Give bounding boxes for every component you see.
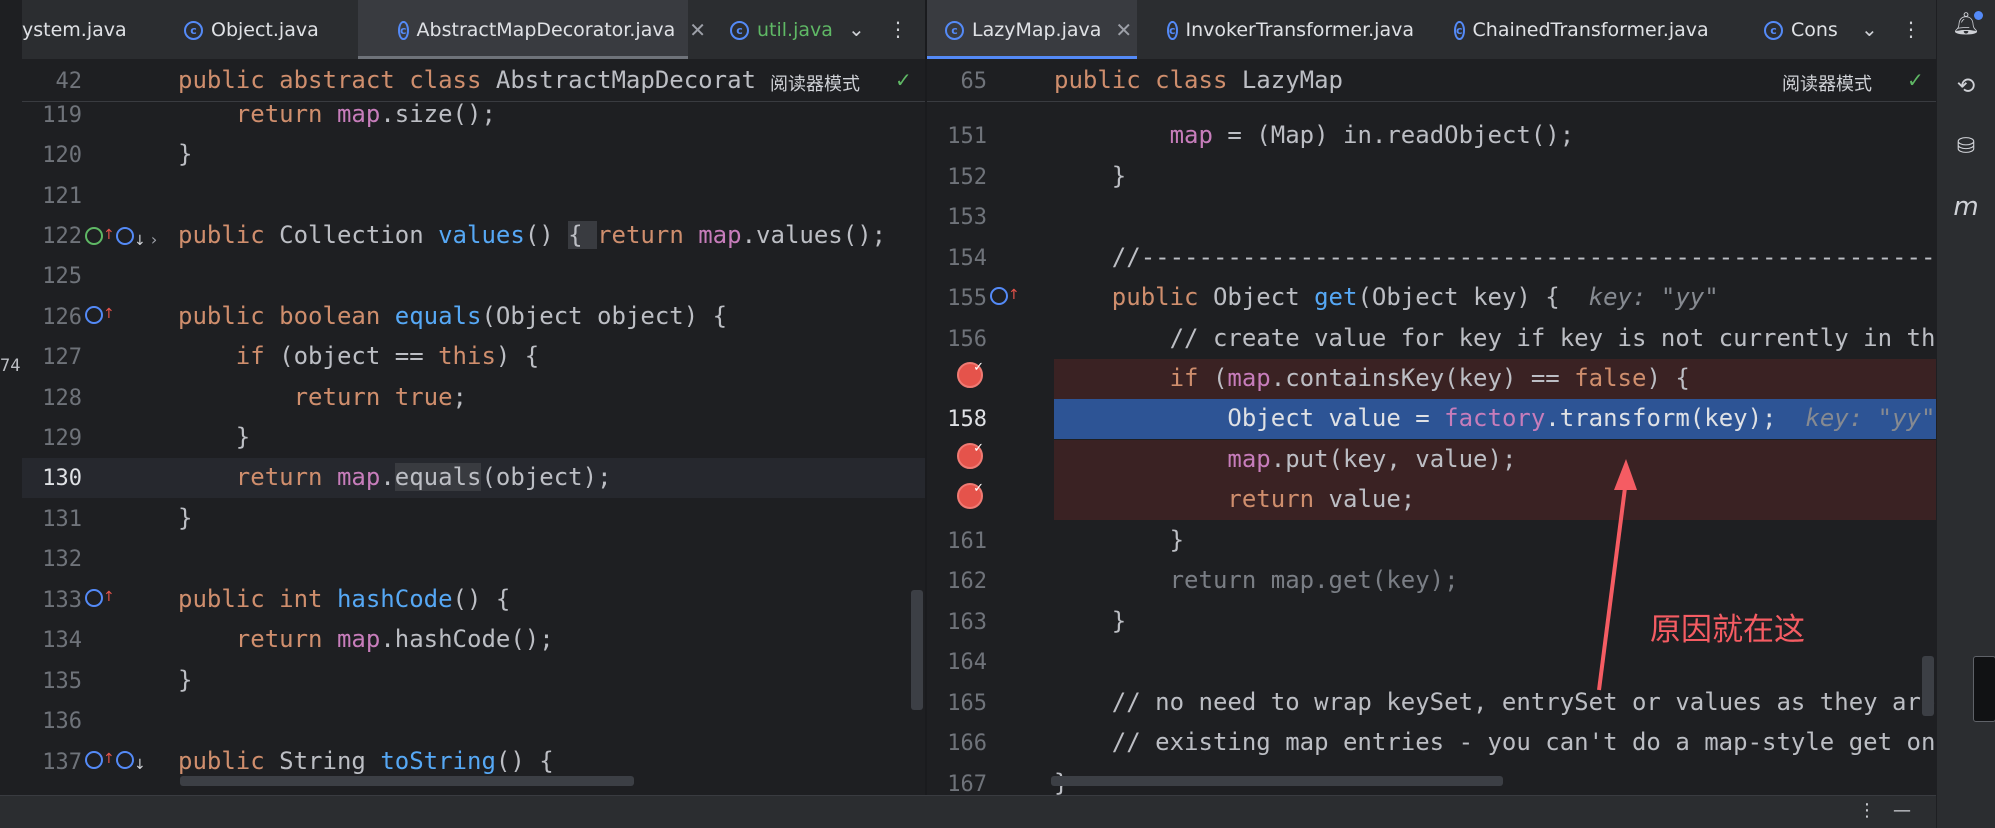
ai-assistant-icon[interactable]: ⟲ xyxy=(1951,74,1981,104)
class-icon: c xyxy=(1454,20,1465,40)
left-editor[interactable]: 42 public abstract class AbstractMapDeco… xyxy=(22,60,925,795)
reader-mode-button[interactable]: 阅读器模式 xyxy=(770,70,860,96)
left-edge-number: 74 xyxy=(0,356,21,376)
class-icon: c xyxy=(730,20,749,40)
tab-label: ChainedTransformer.java xyxy=(1472,19,1709,41)
right-tab-bar: c LazyMap.java ✕ c InvokerTransformer.ja… xyxy=(927,0,1936,60)
tab-cons[interactable]: c Cons xyxy=(1764,0,1864,59)
class-icon: c xyxy=(398,20,409,40)
code-line: 166 // existing map entries - you can't … xyxy=(947,728,1936,756)
right-tool-window-bar: 🔔︎ ⟲ ⛁ m xyxy=(1936,0,1995,828)
code-line: 154 //----------------------------------… xyxy=(947,243,1936,271)
code-line: 162 return map.get(key); xyxy=(947,566,1459,594)
code-line: 132 xyxy=(42,547,82,572)
code-line: 161 } xyxy=(947,526,1185,554)
close-icon[interactable]: ✕ xyxy=(689,18,706,42)
maven-icon[interactable]: m xyxy=(1951,192,1981,222)
code-line: 126 ↑ public boolean equals(Object objec… xyxy=(42,302,728,330)
class-icon: c xyxy=(1167,20,1178,40)
breakpoint-line: return value; xyxy=(1054,480,1936,520)
code-line: 153 xyxy=(947,205,987,230)
code-line: 127 if (object == this) { xyxy=(42,342,540,370)
code-line: 122 ↑ ↓ › public Collection values() { r… xyxy=(42,221,887,249)
line-number: 42 xyxy=(55,69,83,94)
tab-invokertransformer-java[interactable]: c InvokerTransformer.java xyxy=(1157,0,1414,59)
code-line: 158 xyxy=(947,407,987,432)
tab-label: Object.java xyxy=(211,19,319,41)
check-icon: ✓ xyxy=(895,68,912,92)
tab-system-java[interactable]: ystem.java xyxy=(22,0,152,59)
minimize-icon[interactable]: — xyxy=(1893,800,1911,821)
sticky-header: 42 public abstract class AbstractMapDeco… xyxy=(22,60,925,102)
tab-label: InvokerTransformer.java xyxy=(1185,19,1414,41)
overridden-icon[interactable]: ↓ xyxy=(116,751,146,773)
tab-label: AbstractMapDecorator.java xyxy=(416,19,676,41)
code-line: 165 // no need to wrap keySet, entrySet … xyxy=(947,688,1936,716)
override-icon[interactable]: ↑ xyxy=(990,287,1020,309)
class-icon: c xyxy=(945,20,964,40)
close-icon[interactable]: ✕ xyxy=(1115,18,1132,42)
code-line: 133 ↑ public int hashCode() { xyxy=(42,585,511,613)
code-line: 121 xyxy=(42,184,82,209)
breakpoint-icon[interactable] xyxy=(957,481,984,509)
breakpoint-line: if (map.containsKey(key) == false) { xyxy=(1054,359,1936,399)
annotation-text: 原因就在这 xyxy=(1650,612,1805,648)
sticky-header: 65 public class LazyMap 阅读器模式 ✓ xyxy=(927,60,1936,102)
code-line: 155 ↑ public Object get(Object key) { ke… xyxy=(947,283,1719,311)
override-icon[interactable]: ↑ xyxy=(85,589,115,611)
code-line: 135 } xyxy=(42,666,193,694)
more-icon[interactable]: ⋮ xyxy=(1858,800,1876,821)
chevron-down-icon[interactable]: ⌄ xyxy=(848,17,865,41)
code-line: 152 } xyxy=(947,162,1127,190)
breakpoint-icon[interactable] xyxy=(957,360,984,388)
side-handle[interactable] xyxy=(1973,656,1995,722)
code-line: 129 } xyxy=(42,423,251,451)
tab-lazymap-java[interactable]: c LazyMap.java ✕ xyxy=(927,0,1137,59)
execution-line: Object value = factory.transform(key); k… xyxy=(1054,399,1936,439)
class-icon: c xyxy=(1764,20,1783,40)
tab-label: Cons xyxy=(1791,19,1838,41)
breakpoint-line: map.put(key, value); xyxy=(1054,440,1936,480)
override-icon[interactable]: ↓ › xyxy=(116,227,157,249)
class-icon: c xyxy=(184,20,203,40)
status-bar: ⋮ — xyxy=(0,795,1936,828)
notification-dot xyxy=(1974,11,1983,20)
check-icon: ✓ xyxy=(1907,68,1924,92)
breakpoint-icon[interactable] xyxy=(957,441,984,469)
line-number: 65 xyxy=(960,69,988,94)
tab-label: ystem.java xyxy=(22,19,127,41)
code-line: 156 // create value for key if key is no… xyxy=(947,324,1936,352)
chevron-down-icon[interactable]: ⌄ xyxy=(1861,17,1878,41)
more-tabs-icon[interactable]: ⋮ xyxy=(1901,17,1921,41)
tab-util-java[interactable]: c util.java xyxy=(708,0,848,59)
horizontal-scrollbar[interactable] xyxy=(180,776,634,786)
vertical-scrollbar[interactable] xyxy=(911,590,923,710)
override-icon[interactable]: ↑ xyxy=(85,306,115,328)
tab-label: util.java xyxy=(757,19,833,41)
code-line: 136 xyxy=(42,709,82,734)
code-line: 120 } xyxy=(42,140,193,168)
tab-label: LazyMap.java xyxy=(972,19,1102,41)
database-icon[interactable]: ⛁ xyxy=(1951,134,1981,164)
right-editor[interactable]: 65 public class LazyMap 阅读器模式 ✓ 151 map … xyxy=(927,60,1936,795)
code-line: 134 return map.hashCode(); xyxy=(42,625,554,653)
tab-object-java[interactable]: c Object.java xyxy=(184,0,344,59)
left-tab-bar: ystem.java c Object.java c AbstractMapDe… xyxy=(22,0,925,60)
code-line: 128 return true; xyxy=(42,383,467,411)
code-line: 151 map = (Map) in.readObject(); xyxy=(947,121,1575,149)
horizontal-scrollbar[interactable] xyxy=(1051,776,1503,786)
implementation-icon[interactable]: ↑ xyxy=(85,227,115,249)
more-tabs-icon[interactable]: ⋮ xyxy=(888,17,908,41)
current-line: 130 return map.equals(object); xyxy=(22,458,925,498)
override-icon[interactable]: ↑ xyxy=(85,751,115,773)
reader-mode-button[interactable]: 阅读器模式 xyxy=(1782,70,1872,96)
left-edge-strip: 74 xyxy=(0,0,22,795)
sticky-code: public class LazyMap xyxy=(1054,66,1343,94)
tab-abstractmapdecorator-java[interactable]: c AbstractMapDecorator.java ✕ xyxy=(358,0,706,59)
code-line: 125 xyxy=(42,264,82,289)
code-line: 131 } xyxy=(42,504,193,532)
sticky-code: public abstract class AbstractMapDecorat xyxy=(178,66,756,94)
vertical-scrollbar[interactable] xyxy=(1922,656,1934,716)
tab-chainedtransformer-java[interactable]: c ChainedTransformer.java xyxy=(1454,0,1709,59)
